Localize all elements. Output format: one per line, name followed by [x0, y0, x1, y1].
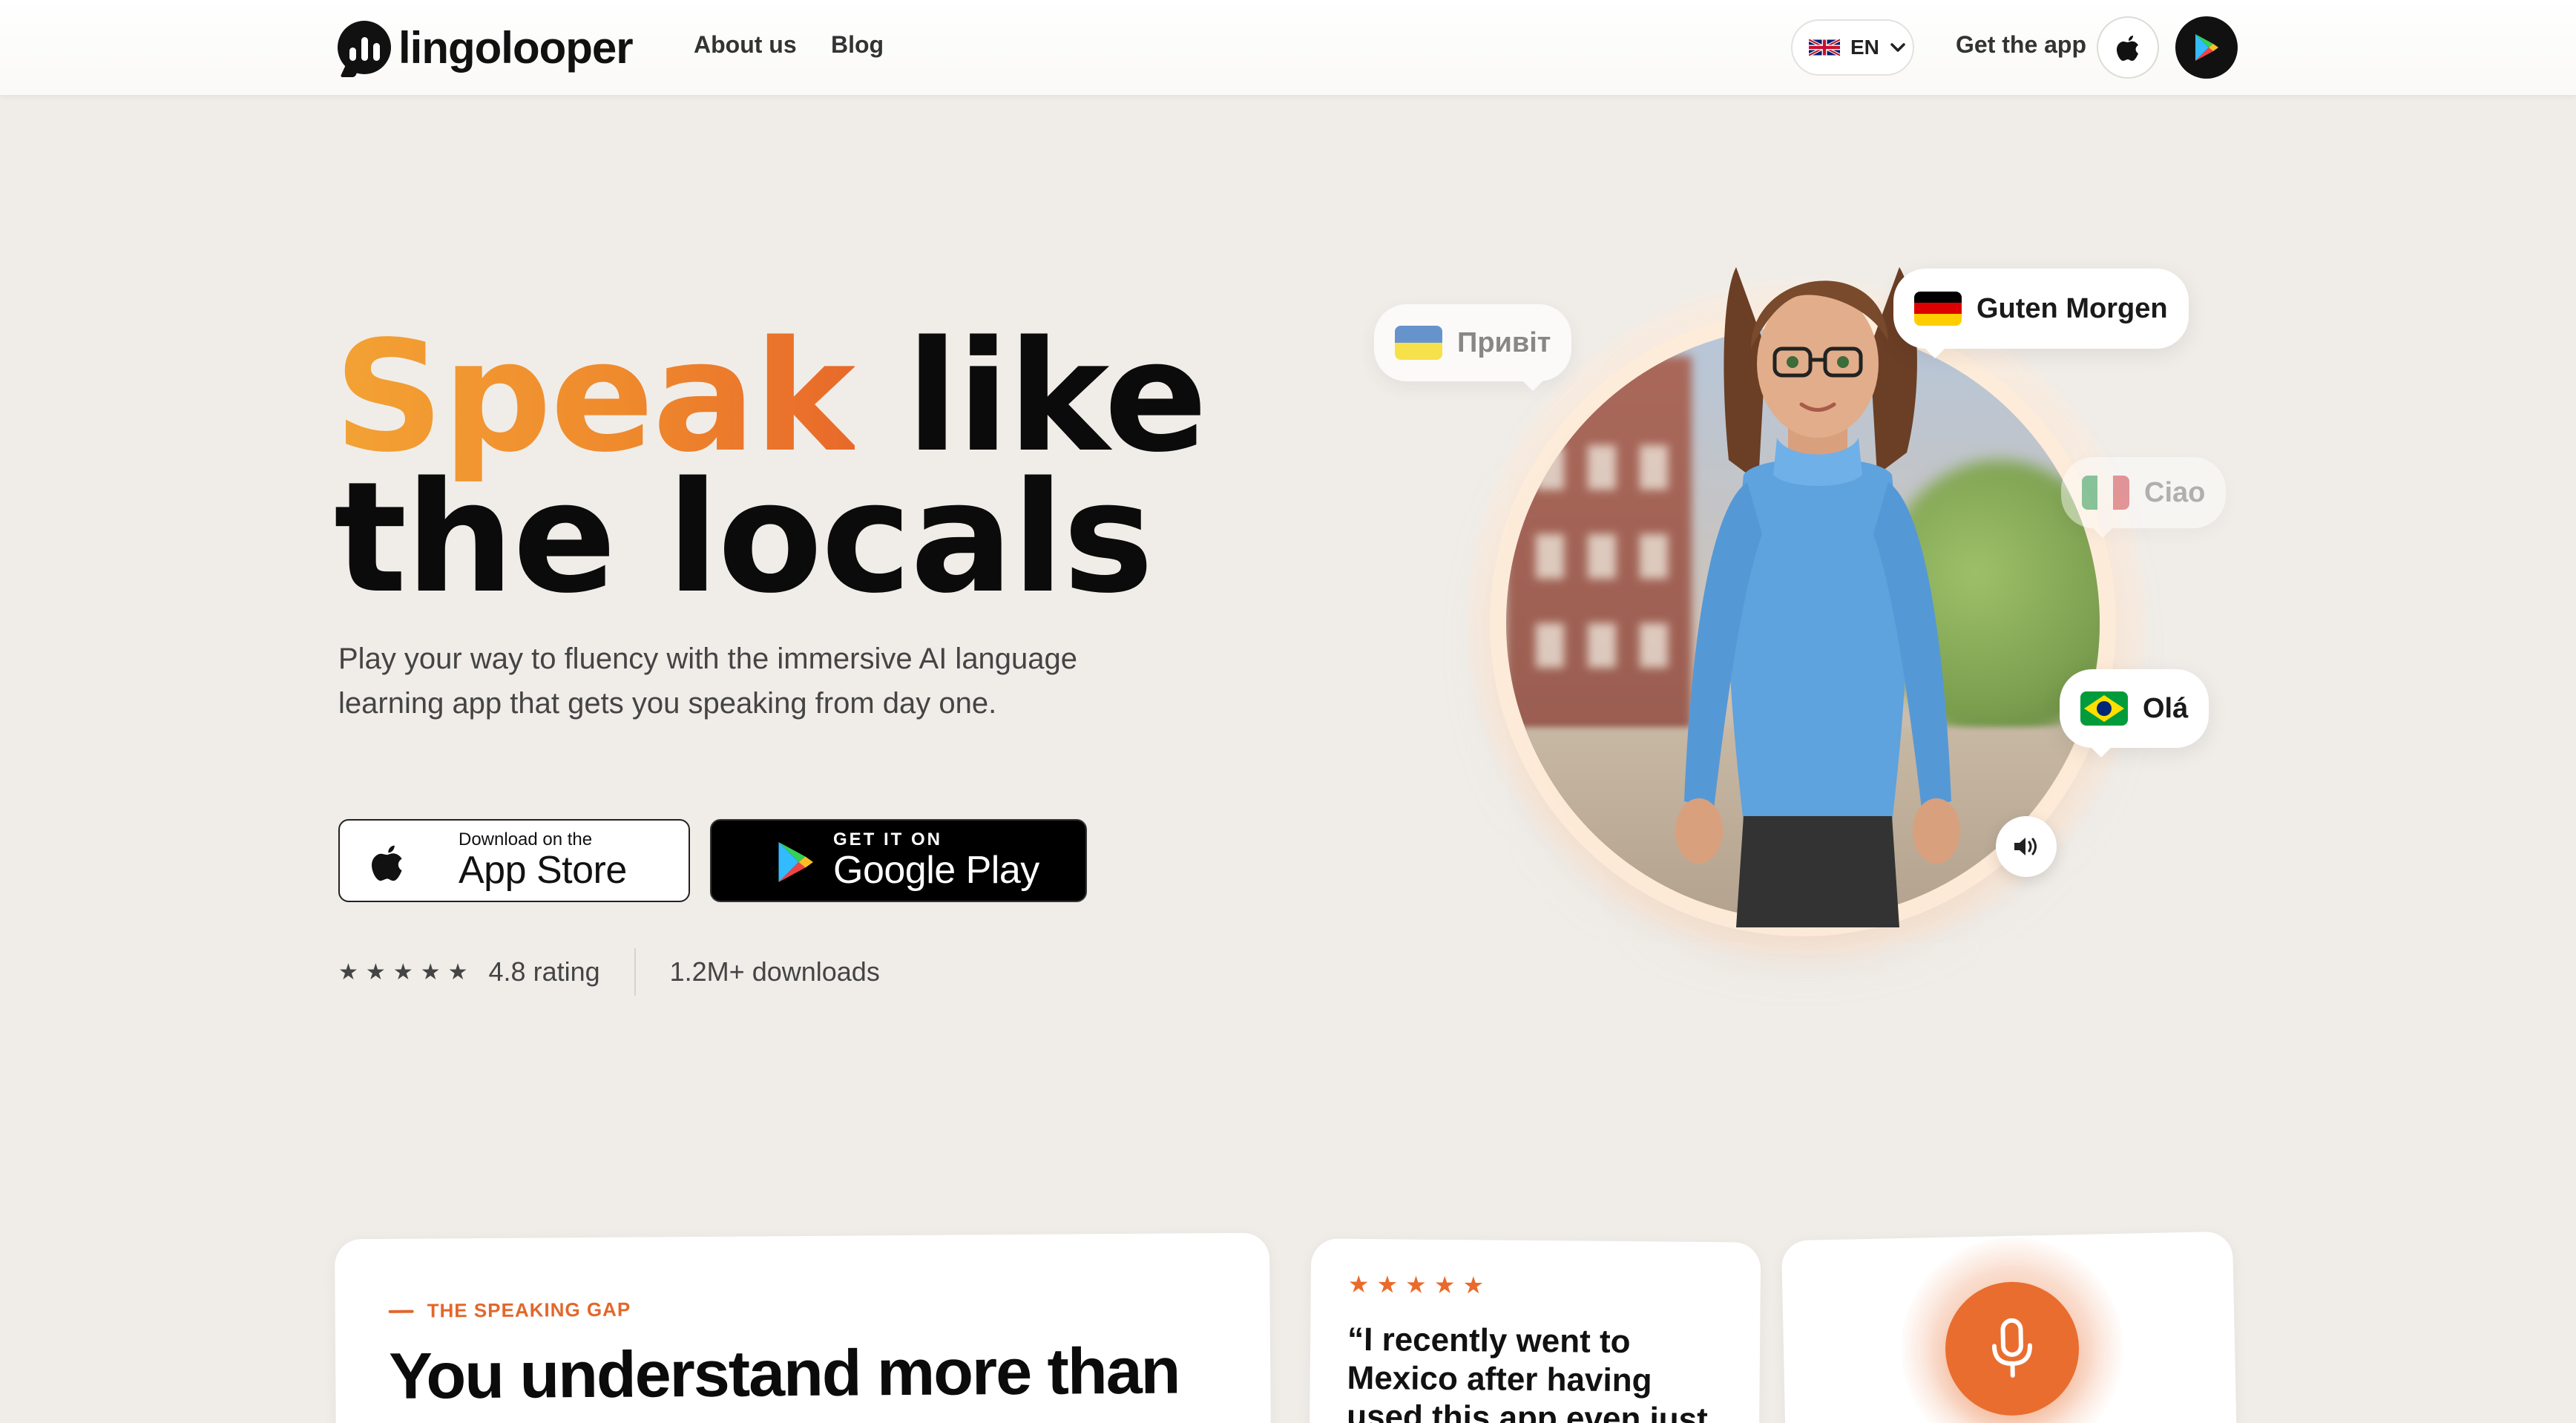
star-icon: ★: [365, 959, 386, 985]
google-play-big-text: Google Play: [833, 849, 1039, 892]
italy-flag-icon: [2082, 476, 2129, 510]
google-play-icon: [2195, 34, 2218, 61]
google-play-icon: [775, 840, 815, 888]
hero-title-line2: the locals: [334, 449, 1154, 627]
star-icon: ★: [1376, 1271, 1399, 1298]
greeting-bubble-italian: Ciao: [2061, 457, 2227, 528]
speaking-gap-eyebrow: THE SPEAKING GAP: [388, 1298, 631, 1323]
uk-flag-icon: [1809, 36, 1840, 59]
get-the-app-label: Get the app: [1956, 31, 2087, 58]
star-icon: ★: [338, 959, 358, 985]
top-navbar: lingolooper About us Blog EN Get the app: [0, 0, 2576, 95]
language-selector[interactable]: EN: [1791, 19, 1914, 76]
microphone-card: [1781, 1231, 2238, 1423]
brand-logo-icon: [338, 21, 391, 74]
rating-stars: ★ ★ ★ ★ ★: [338, 959, 468, 985]
language-label: EN: [1850, 36, 1879, 59]
star-icon: ★: [447, 959, 468, 985]
star-icon: ★: [1405, 1271, 1427, 1298]
app-store-nav-button[interactable]: [2097, 16, 2159, 79]
greeting-bubble-german: Guten Morgen: [1893, 269, 2189, 349]
star-icon: ★: [420, 959, 441, 985]
hero-title: Speak like the locals: [334, 321, 1208, 614]
apple-icon: [2117, 36, 2138, 61]
greeting-text: Guten Morgen: [1977, 292, 2168, 324]
speaker-icon: [2014, 838, 2037, 855]
apple-icon: [369, 841, 405, 887]
google-play-nav-button[interactable]: [2175, 16, 2238, 79]
hero-subtitle: Play your way to fluency with the immers…: [338, 643, 1078, 720]
brazil-flag-icon: [2080, 691, 2128, 726]
brand-logo[interactable]: lingolooper: [338, 21, 634, 74]
rating-row: ★ ★ ★ ★ ★ 4.8 rating 1.2M+ downloads: [338, 948, 880, 996]
nav-link-blog[interactable]: Blog: [831, 31, 884, 59]
testimonial-stars: ★ ★ ★ ★ ★: [1348, 1270, 1485, 1300]
speaking-gap-title: You understand more than: [388, 1333, 1180, 1413]
germany-flag-icon: [1914, 292, 1962, 326]
testimonial-text: “I recently went to Mexico after having …: [1347, 1321, 1708, 1423]
ukraine-flag-icon: [1395, 326, 1442, 360]
eyebrow-text: THE SPEAKING GAP: [427, 1298, 631, 1322]
google-play-button[interactable]: GET IT ON Google Play: [710, 819, 1087, 902]
microphone-icon: [1991, 1318, 2032, 1378]
eyebrow-dash: [388, 1309, 414, 1313]
sound-toggle-button[interactable]: [1996, 816, 2057, 877]
app-store-button[interactable]: Download on the App Store: [338, 819, 690, 902]
greeting-text: Привіт: [1457, 326, 1551, 358]
app-store-big-text: App Store: [459, 849, 627, 892]
testimonial-card: ★ ★ ★ ★ ★ “I recently went to Mexico aft…: [1309, 1238, 1761, 1423]
rating-value: 4.8 rating: [488, 956, 600, 987]
star-icon: ★: [1433, 1271, 1456, 1299]
speaking-gap-card: THE SPEAKING GAP You understand more tha…: [334, 1232, 1272, 1423]
chevron-down-icon: [1890, 38, 1906, 57]
star-icon: ★: [1462, 1272, 1485, 1299]
greeting-text: Olá: [2143, 692, 2189, 724]
app-store-small-text: Download on the: [459, 829, 593, 849]
star-icon: ★: [1347, 1270, 1370, 1298]
downloads-count: 1.2M+ downloads: [669, 956, 880, 987]
greeting-text: Ciao: [2144, 476, 2206, 508]
google-play-small-text: GET IT ON: [833, 829, 942, 849]
nav-link-about[interactable]: About us: [694, 31, 797, 59]
greeting-bubble-ukrainian: Привіт: [1374, 304, 1572, 381]
star-icon: ★: [392, 959, 413, 985]
brand-name: lingolooper: [398, 22, 634, 73]
greeting-bubble-portuguese: Olá: [2060, 669, 2209, 748]
divider: [634, 948, 636, 996]
